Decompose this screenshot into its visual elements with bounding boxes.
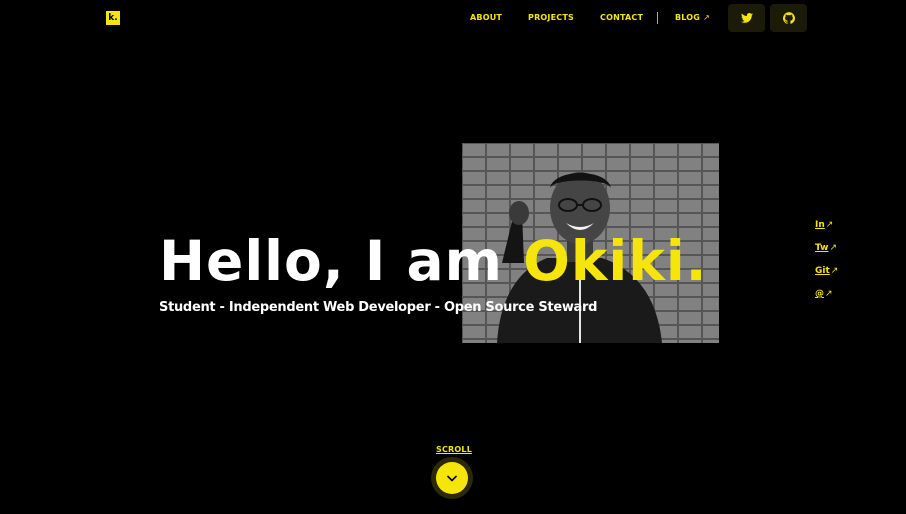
external-link-icon: ↗ (825, 220, 834, 230)
nav-contact-link[interactable]: CONTACT (600, 13, 643, 22)
social-link-github[interactable]: Git↗ (815, 266, 855, 289)
scroll-down-button[interactable] (431, 457, 473, 499)
github-icon (782, 12, 795, 24)
twitter-button[interactable] (728, 4, 765, 32)
twitter-icon (740, 13, 753, 23)
external-link-icon: ↗ (825, 289, 833, 299)
github-button[interactable] (770, 4, 807, 32)
social-links: In↗ Tw↗ Git↗ @↗ (815, 220, 855, 312)
social-link-email[interactable]: @↗ (815, 289, 855, 312)
hero-name: Okiki. (523, 229, 708, 293)
hero-subtitle: Student - Independent Web Developer - Op… (159, 300, 598, 315)
external-link-icon: ↗ (829, 243, 838, 253)
logo[interactable]: k. (106, 11, 120, 25)
nav-divider (657, 12, 658, 24)
social-label: Git (815, 266, 830, 276)
top-navigation: k. ABOUT PROJECTS CONTACT BLOG ↗ (0, 0, 906, 36)
nav-blog-label: BLOG (675, 13, 701, 22)
nav-about-link[interactable]: ABOUT (470, 13, 502, 22)
scroll-button-inner (436, 462, 468, 494)
social-label: Tw (815, 243, 829, 253)
chevron-down-icon (447, 475, 457, 481)
external-link-icon: ↗ (830, 266, 839, 276)
hero-heading: Hello, I am Okiki. (159, 226, 708, 296)
social-link-twitter[interactable]: Tw↗ (815, 243, 855, 266)
nav-projects-link[interactable]: PROJECTS (528, 13, 574, 22)
nav-blog-link[interactable]: BLOG ↗ (675, 13, 710, 22)
hero-greeting: Hello, I am (159, 229, 503, 293)
scroll-label[interactable]: SCROLL (436, 445, 472, 454)
social-label: @ (815, 289, 824, 299)
social-link-linkedin[interactable]: In↗ (815, 220, 855, 243)
social-label: In (815, 220, 825, 230)
external-link-icon: ↗ (703, 13, 710, 22)
